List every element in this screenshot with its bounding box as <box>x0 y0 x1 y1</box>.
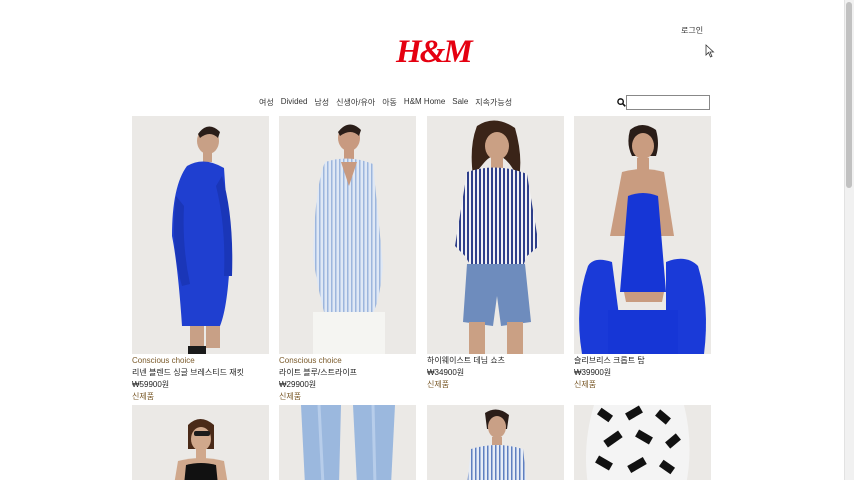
hm-logo[interactable]: H&M <box>396 32 473 72</box>
product-name[interactable]: 슬리브리스 크롭트 탑 <box>574 355 711 367</box>
product-card[interactable] <box>279 405 416 480</box>
nav-item-sale[interactable]: Sale <box>452 97 468 108</box>
product-price: ₩34900원 <box>427 368 465 377</box>
product-name[interactable]: 리넨 블렌드 싱글 브레스티드 재킷 <box>132 367 269 379</box>
scrollbar-thumb[interactable] <box>846 2 852 188</box>
product-image[interactable] <box>132 405 269 480</box>
product-price: ₩59900원 <box>132 380 170 389</box>
main-nav: 여성 Divided 남성 신생아/유아 아동 H&M Home Sale 지속… <box>259 97 519 108</box>
product-card[interactable]: Conscious choice 리넨 블렌드 싱글 브레스티드 재킷 ₩599… <box>132 116 269 403</box>
product-label: Conscious choice <box>279 356 342 365</box>
product-card[interactable]: Conscious choice 라이트 블루/스트라이프 ₩29900원 신제… <box>279 116 416 403</box>
product-name[interactable]: 하이웨이스트 데님 쇼츠 <box>427 355 564 367</box>
product-card[interactable]: 하이웨이스트 데님 쇼츠 ₩34900원 신제품 <box>427 116 564 391</box>
nav-item-kids[interactable]: 아동 <box>382 97 397 108</box>
search-icon[interactable] <box>617 98 626 107</box>
product-image[interactable] <box>427 405 564 480</box>
nav-item-baby[interactable]: 신생아/유아 <box>336 97 375 108</box>
product-card[interactable]: 슬리브리스 크롭트 탑 ₩39900원 신제품 <box>574 116 711 391</box>
nav-item-divided[interactable]: Divided <box>281 97 308 108</box>
nav-item-men[interactable]: 남성 <box>314 97 329 108</box>
product-image[interactable] <box>427 116 564 354</box>
product-image[interactable] <box>574 116 711 354</box>
nav-item-women[interactable]: 여성 <box>259 97 274 108</box>
site-header: 로그인 H&M 여성 Divided 남성 신생아/유아 아동 H&M Home… <box>0 0 844 115</box>
product-price: ₩29900원 <box>279 380 317 389</box>
login-link[interactable]: 로그인 <box>681 25 703 36</box>
product-image[interactable] <box>132 116 269 354</box>
product-price: ₩39900원 <box>574 368 612 377</box>
product-name[interactable]: 라이트 블루/스트라이프 <box>279 367 416 379</box>
product-card[interactable] <box>427 405 564 480</box>
product-image[interactable] <box>574 405 711 480</box>
mouse-cursor-icon <box>705 44 715 58</box>
product-badge: 신제품 <box>279 392 302 401</box>
product-badge: 신제품 <box>132 392 155 401</box>
product-badge: 신제품 <box>427 380 450 389</box>
product-card[interactable] <box>132 405 269 480</box>
product-label: Conscious choice <box>132 356 195 365</box>
product-card[interactable] <box>574 405 711 480</box>
nav-item-home[interactable]: H&M Home <box>404 97 445 108</box>
nav-item-sustainability[interactable]: 지속가능성 <box>475 97 512 108</box>
product-badge: 신제품 <box>574 380 597 389</box>
search-input[interactable] <box>626 95 710 110</box>
product-image[interactable] <box>279 405 416 480</box>
product-image[interactable] <box>279 116 416 354</box>
